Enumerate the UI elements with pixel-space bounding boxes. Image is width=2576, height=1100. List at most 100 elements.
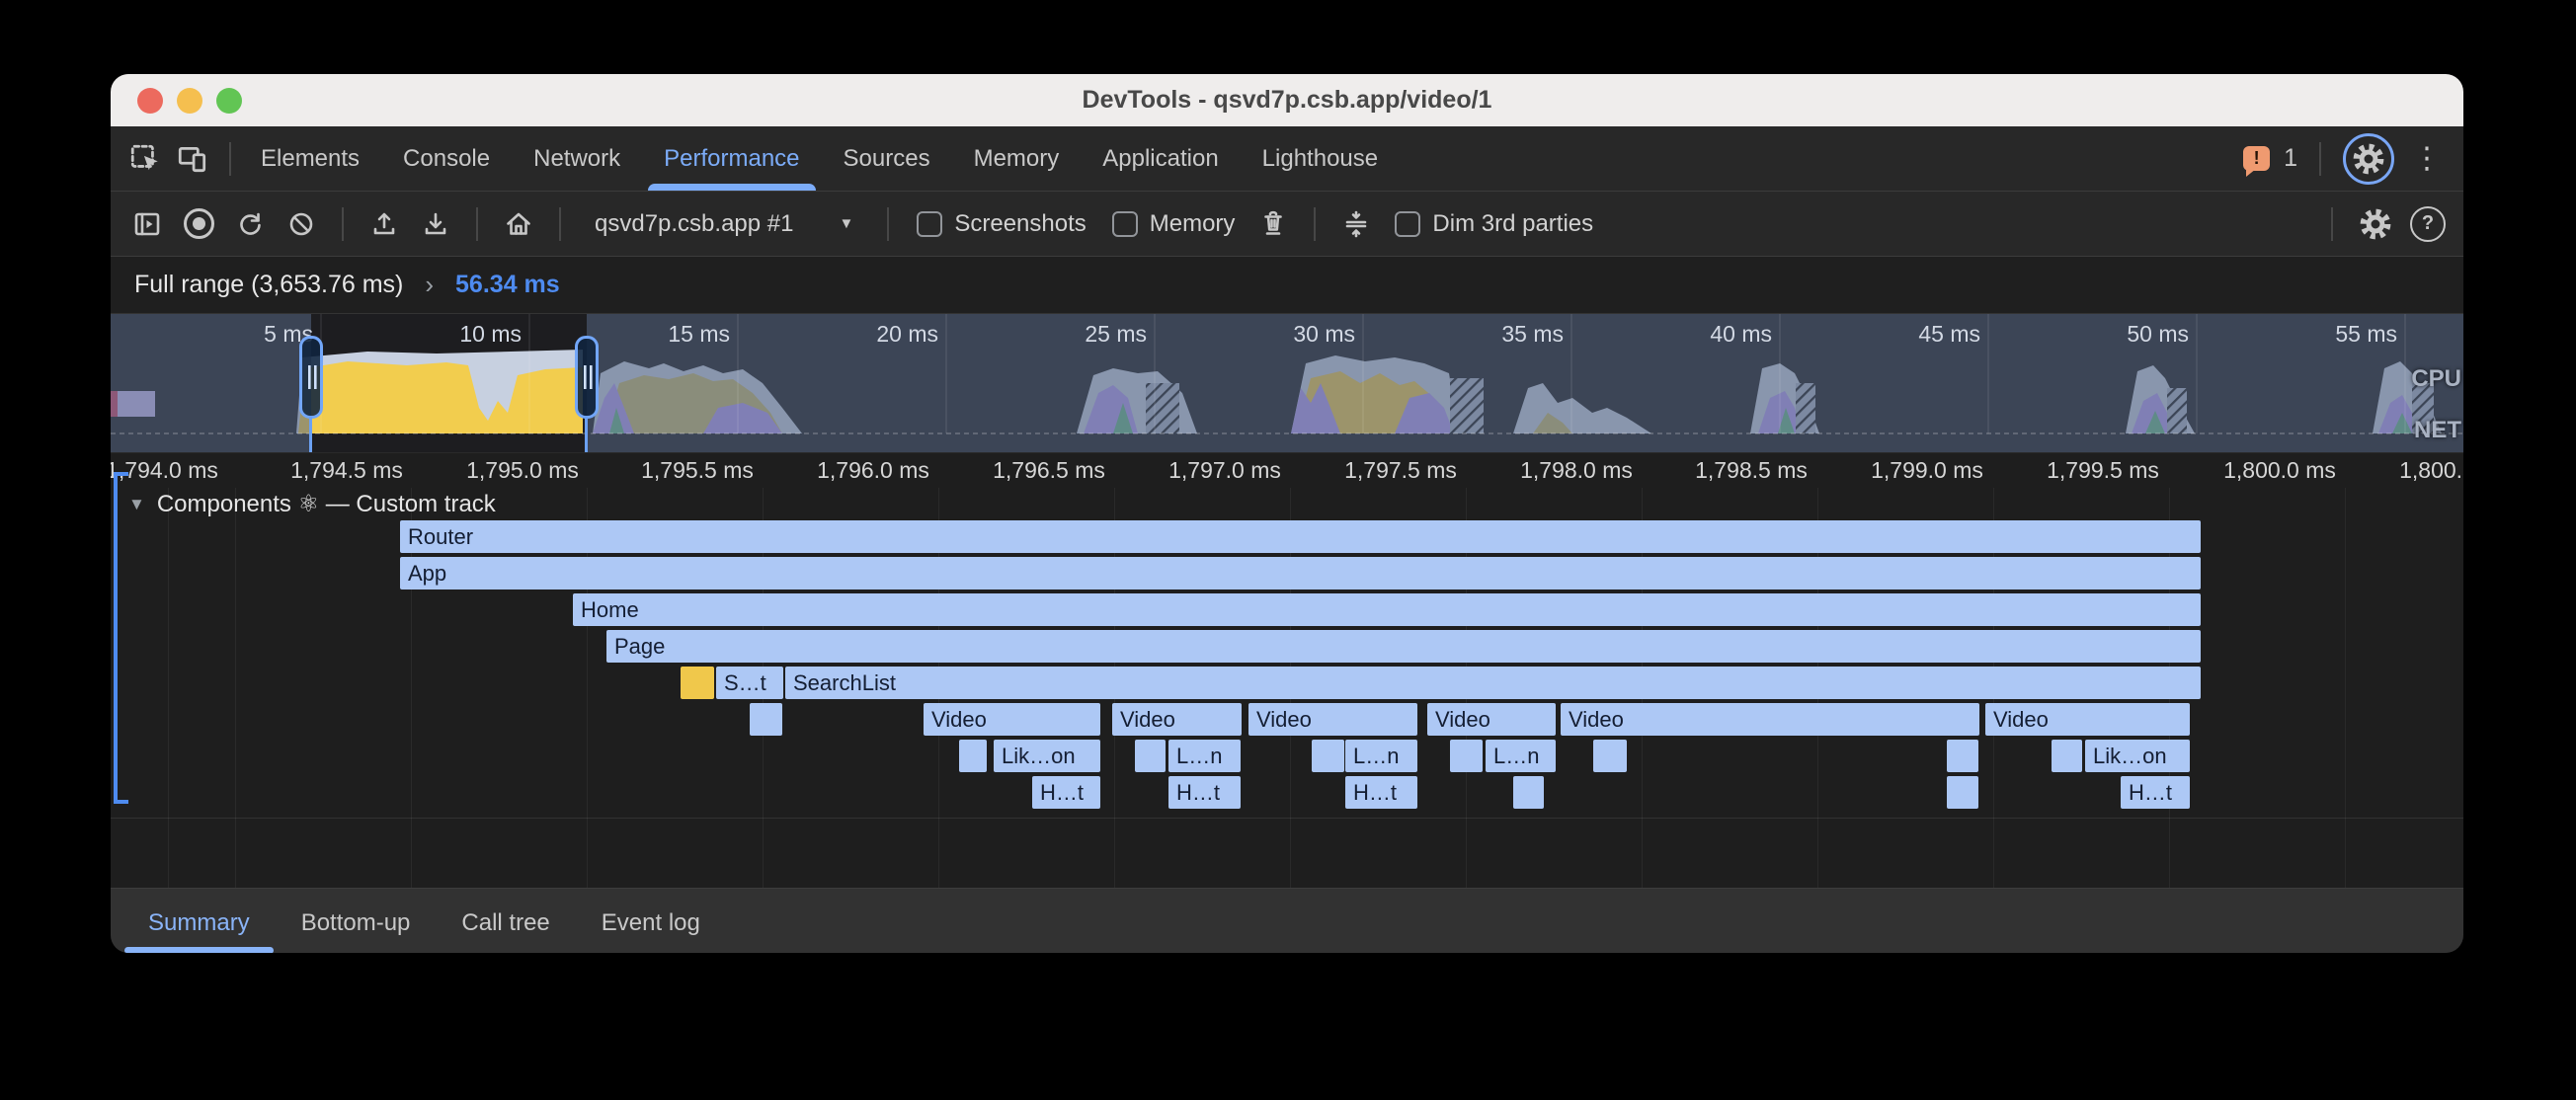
tab-lighthouse[interactable]: Lighthouse (1241, 126, 1400, 191)
flame-bar[interactable]: S…t (716, 667, 783, 699)
flame-bar[interactable]: Video (1561, 703, 1979, 736)
download-profile-icon[interactable] (417, 205, 454, 243)
flame-bar[interactable]: L…n (1486, 740, 1556, 772)
issues-icon[interactable]: ! (2243, 146, 2270, 171)
ruler-tick-label: 1,795.5 ms (641, 457, 754, 484)
flame-bar[interactable] (1947, 776, 1978, 809)
memory-checkbox[interactable] (1112, 211, 1138, 237)
tab-event-log[interactable]: Event log (576, 889, 726, 953)
collapse-icon[interactable] (1337, 205, 1375, 243)
flame-bar[interactable] (1593, 740, 1627, 772)
flame-bar[interactable]: Home (573, 593, 2201, 626)
flame-bar[interactable] (1312, 740, 1344, 772)
flame-bar[interactable] (1135, 740, 1166, 772)
flame-bar[interactable]: Video (924, 703, 1100, 736)
tab-sources[interactable]: Sources (822, 126, 952, 191)
toggle-sidebar-icon[interactable] (128, 205, 166, 243)
flame-bar[interactable]: H…t (2121, 776, 2190, 809)
flame-bar[interactable]: Video (1112, 703, 1242, 736)
tab-console[interactable]: Console (381, 126, 512, 191)
flame-bar[interactable] (1450, 740, 1483, 772)
disclosure-triangle-icon[interactable]: ▼ (128, 495, 145, 514)
tab-memory[interactable]: Memory (952, 126, 1082, 191)
panel-settings-gear-icon[interactable] (2357, 205, 2394, 243)
selection-handle-right[interactable] (575, 336, 599, 419)
tab-performance[interactable]: Performance (642, 126, 821, 191)
custom-track-header[interactable]: ▼ Components ⚛ — Custom track (128, 490, 496, 518)
home-icon[interactable] (500, 205, 537, 243)
flame-bar[interactable] (2052, 740, 2082, 772)
close-window-button[interactable] (137, 88, 163, 114)
flame-bar[interactable]: H…t (1032, 776, 1100, 809)
flame-bar[interactable] (959, 740, 987, 772)
flame-bar[interactable]: Lik…on (994, 740, 1100, 772)
ruler-tick-label: 1,797.0 ms (1168, 457, 1281, 484)
settings-gear-icon[interactable] (2343, 133, 2394, 185)
dim-3rd-parties-checkbox-group[interactable]: Dim 3rd parties (1389, 210, 1599, 238)
dim-3rd-parties-checkbox[interactable] (1395, 211, 1420, 237)
timeline-overview[interactable]: 5 ms10 ms15 ms20 ms25 ms30 ms35 ms40 ms4… (111, 313, 2463, 452)
ruler-tick-label: 1,798.0 ms (1520, 457, 1633, 484)
screenshots-checkbox[interactable] (917, 211, 942, 237)
device-toolbar-icon[interactable] (174, 140, 211, 178)
memory-checkbox-group[interactable]: Memory (1106, 210, 1242, 238)
divider (1314, 207, 1316, 241)
flame-bar[interactable] (1947, 740, 1978, 772)
window-titlebar: DevTools - qsvd7p.csb.app/video/1 (111, 74, 2463, 126)
zoom-window-button[interactable] (216, 88, 242, 114)
issues-count[interactable]: 1 (2284, 144, 2297, 173)
tab-network[interactable]: Network (512, 126, 642, 191)
flame-chart[interactable]: ▼ Components ⚛ — Custom track Router App H… (111, 488, 2463, 888)
flame-bar[interactable]: Lik…on (2085, 740, 2190, 772)
tab-call-tree[interactable]: Call tree (436, 889, 575, 953)
flame-bar[interactable]: Video (1427, 703, 1556, 736)
collect-garbage-icon[interactable] (1254, 205, 1292, 243)
minimize-window-button[interactable] (177, 88, 202, 114)
record-icon[interactable] (180, 205, 217, 243)
flame-bar[interactable]: H…t (1168, 776, 1241, 809)
ruler-tick-label: 1,797.5 ms (1344, 457, 1457, 484)
flame-bar[interactable] (681, 667, 714, 699)
flame-bar[interactable]: Video (1248, 703, 1417, 736)
selected-range-label[interactable]: 56.34 ms (455, 271, 560, 299)
chevron-right-icon: › (425, 270, 434, 300)
ruler-tick-label: 1,799.5 ms (2047, 457, 2159, 484)
inspect-element-icon[interactable] (126, 140, 164, 178)
flame-bar[interactable] (1513, 776, 1544, 809)
ruler-tick-label: 1,796.0 ms (817, 457, 929, 484)
tab-summary[interactable]: Summary (122, 889, 276, 953)
flame-bar[interactable]: H…t (1345, 776, 1417, 809)
ruler-tick-label: 1,798.5 ms (1695, 457, 1808, 484)
flame-bar[interactable] (750, 703, 782, 736)
reload-and-record-icon[interactable] (231, 205, 269, 243)
tab-elements[interactable]: Elements (239, 126, 381, 191)
time-ruler: 1,794.0 ms1,794.5 ms1,795.0 ms1,795.5 ms… (111, 452, 2463, 488)
flame-bar[interactable]: Router (400, 520, 2201, 553)
divider (476, 207, 478, 241)
screenshots-checkbox-group[interactable]: Screenshots (911, 210, 1091, 238)
flame-bar[interactable]: Video (1985, 703, 2190, 736)
more-options-icon[interactable]: ⋮ (2408, 144, 2446, 174)
flame-bar[interactable]: App (400, 557, 2201, 589)
upload-profile-icon[interactable] (365, 205, 403, 243)
desktop: DevTools - qsvd7p.csb.app/video/1 Elemen… (0, 0, 2576, 1100)
full-range-label[interactable]: Full range (3,653.76 ms) (134, 271, 403, 299)
ruler-tick-label: 1,800.5 ms (2399, 457, 2463, 484)
ruler-tick-label: 1,794.0 ms (111, 457, 218, 484)
divider (559, 207, 561, 241)
ruler-tick-label: 1,794.5 ms (290, 457, 403, 484)
flame-bar[interactable]: SearchList (785, 667, 2201, 699)
help-icon[interactable]: ? (2410, 206, 2446, 242)
flame-bar[interactable]: L…n (1345, 740, 1417, 772)
flame-bar[interactable]: Page (606, 630, 2201, 663)
clear-icon[interactable] (282, 205, 320, 243)
tab-bottom-up[interactable]: Bottom-up (276, 889, 437, 953)
traffic-lights (137, 74, 242, 126)
flame-bar[interactable]: L…n (1168, 740, 1241, 772)
tab-application[interactable]: Application (1081, 126, 1240, 191)
selection-handle-left[interactable] (299, 336, 323, 419)
ruler-tick-label: 1,796.5 ms (993, 457, 1105, 484)
cpu-activity-chart (111, 314, 2463, 452)
ruler-tick-label: 1,800.0 ms (2223, 457, 2336, 484)
target-selector-dropdown[interactable]: qsvd7p.csb.app #1 ▼ (583, 210, 865, 238)
